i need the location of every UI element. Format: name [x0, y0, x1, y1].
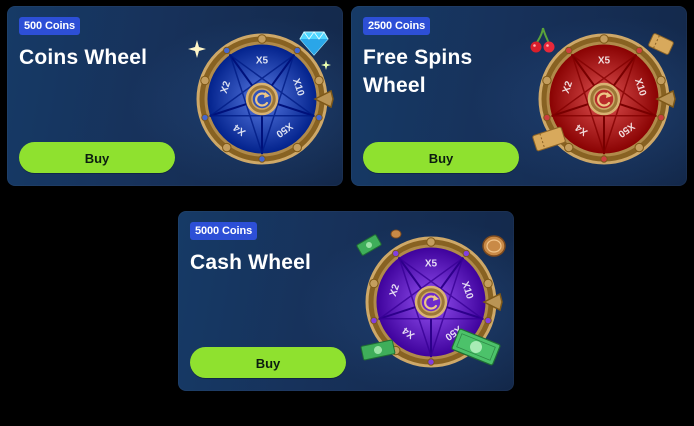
- wheel-stud: [200, 75, 210, 86]
- wheel-stud: [370, 316, 378, 325]
- diamond-icon: [299, 31, 329, 56]
- offer-title: Cash Wheel: [190, 251, 312, 274]
- wheel-stud: [392, 249, 400, 258]
- sparkle-icon: [188, 40, 206, 58]
- coin-icon: [390, 229, 402, 239]
- sparkle-icon: [321, 60, 331, 70]
- wheel-stud: [201, 113, 209, 122]
- wheel-stud: [483, 278, 493, 289]
- buy-button[interactable]: Buy: [190, 347, 346, 378]
- offer-card-free-spins-wheel: 2500 Coins Free Spins Wheel Buy X5 X10 X50…: [351, 6, 687, 186]
- price-badge: 500 Coins: [19, 17, 81, 35]
- wheel-stud: [315, 113, 323, 122]
- wheel-stud: [314, 75, 324, 86]
- wheel-stud: [369, 278, 379, 289]
- price-badge: 5000 Coins: [190, 222, 258, 240]
- wheel-stud: [427, 358, 435, 366]
- ticket-icon: [532, 126, 566, 152]
- wheel-shop-page: 500 Coins Coins Wheel Buy X5 X10 X50 X4 X2 2…: [0, 0, 694, 426]
- wheel-stud: [223, 46, 231, 55]
- wheel-stud: [258, 155, 266, 163]
- wheel-stud: [600, 155, 608, 163]
- cash-bill-icon: [360, 339, 396, 361]
- cash-bill-icon: [451, 328, 501, 366]
- wheel-stud: [257, 34, 267, 44]
- wheel-multiplier-label: X5: [598, 56, 611, 67]
- coin-icon: [482, 235, 506, 257]
- cherry-icon: [530, 27, 555, 53]
- ticket-icon: [648, 33, 674, 55]
- offer-title: Free Spins Wheel: [363, 46, 473, 97]
- offer-title: Coins Wheel: [19, 46, 148, 69]
- wheel-stud: [222, 142, 232, 153]
- wheel-stud: [462, 249, 470, 258]
- wheel-stud: [634, 142, 644, 153]
- cash-bill-icon: [356, 234, 382, 256]
- wheel-stud: [635, 46, 643, 55]
- wheel-multiplier-label: X5: [425, 259, 438, 270]
- buy-button[interactable]: Buy: [363, 142, 519, 173]
- wheel-stud: [599, 34, 609, 44]
- wheel-stud: [292, 142, 302, 153]
- buy-button[interactable]: Buy: [19, 142, 175, 173]
- wheel-stud: [565, 46, 573, 55]
- wheel-stud: [657, 113, 665, 122]
- wheel-stud: [656, 75, 666, 86]
- wheel-stud: [484, 316, 492, 325]
- offer-card-cash-wheel: 5000 Coins Cash Wheel Buy X5 X10 X50 X4 X2: [178, 211, 514, 391]
- wheel-stud: [426, 237, 436, 247]
- wheel-stud: [542, 75, 552, 86]
- offer-card-coins-wheel: 500 Coins Coins Wheel Buy X5 X10 X50 X4 X2: [7, 6, 343, 186]
- price-badge: 2500 Coins: [363, 17, 431, 35]
- wheel-stud: [543, 113, 551, 122]
- wheel-multiplier-label: X5: [256, 56, 269, 67]
